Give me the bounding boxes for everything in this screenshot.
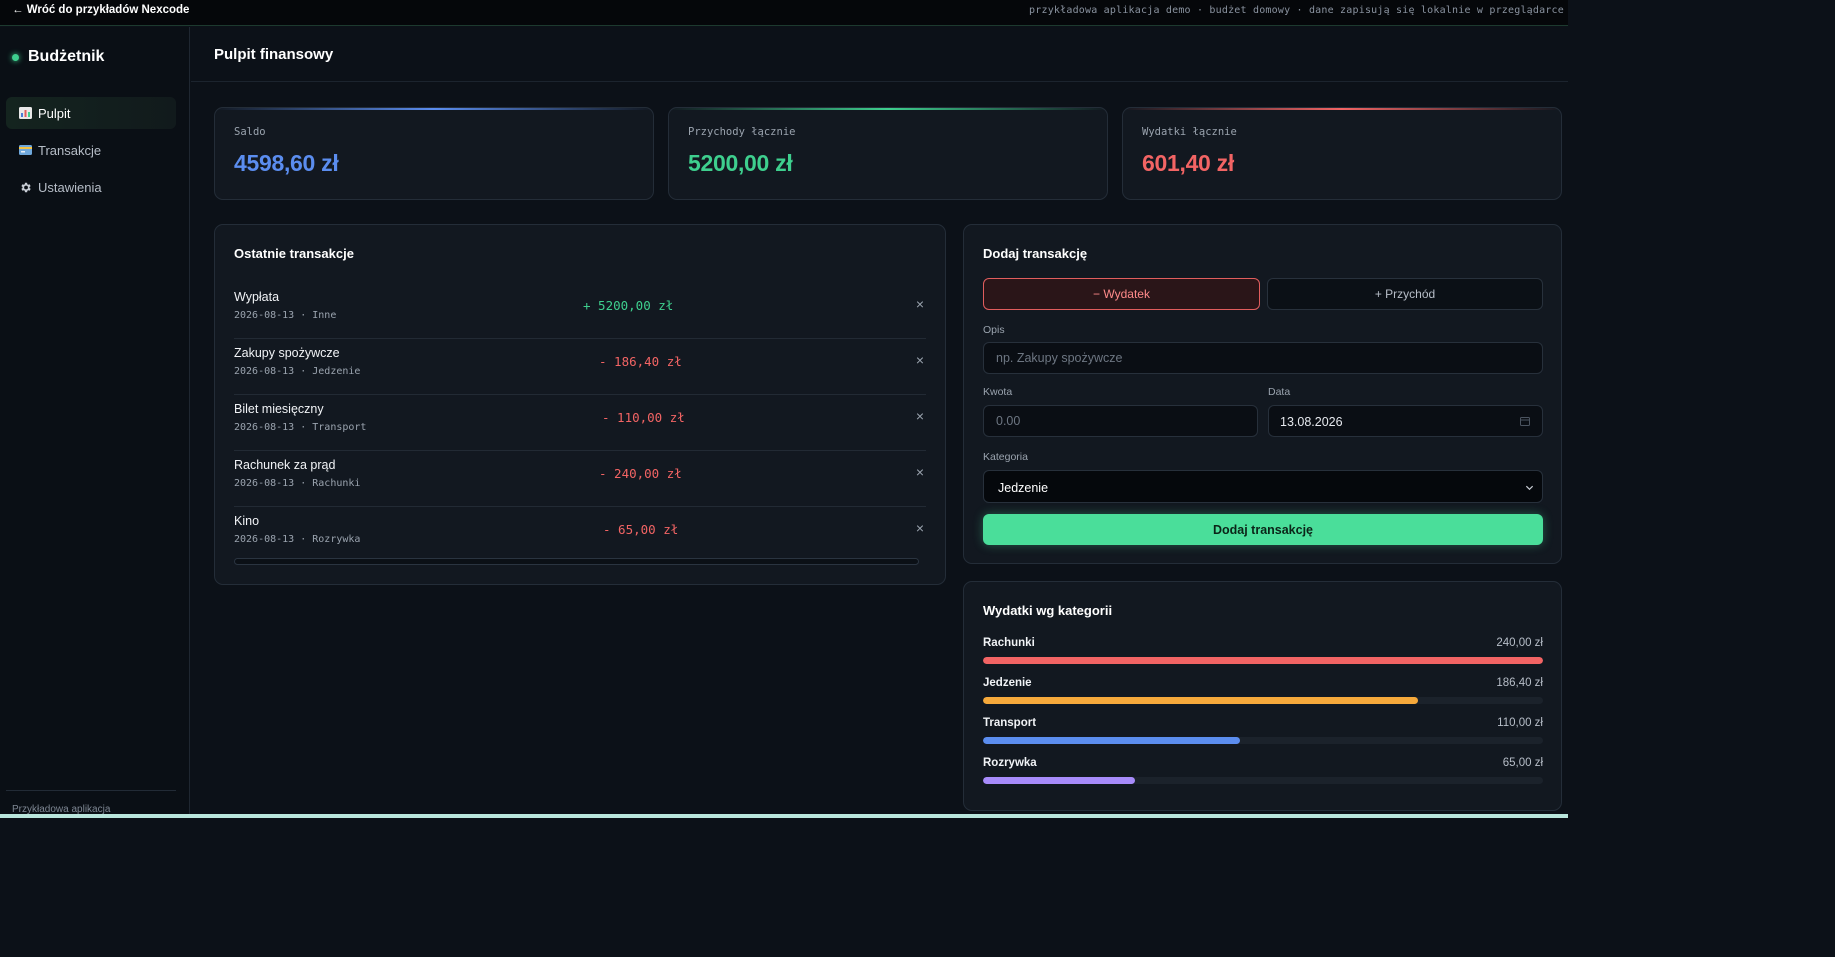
delete-transaction-icon[interactable]: × xyxy=(914,521,926,535)
transaction-row: Kino 2026-08-13 · Rozrywka - 65,00 zł × xyxy=(234,507,926,563)
category-fill xyxy=(983,657,1543,664)
credit-card-icon xyxy=(18,144,32,156)
category-name: Rachunki xyxy=(983,637,1035,649)
page-header: Pulpit finansowy xyxy=(191,27,1568,82)
expense-value: 601,40 zł xyxy=(1142,150,1234,176)
transaction-name: Rachunek za prąd xyxy=(234,458,336,472)
transaction-amount: + 5200,00 zł xyxy=(583,298,674,313)
transaction-meta: 2026-08-13 · Transport xyxy=(234,422,367,433)
delete-transaction-icon[interactable]: × xyxy=(914,297,926,311)
amount-input[interactable] xyxy=(983,405,1258,437)
transaction-row: Wypłata 2026-08-13 · Inne + 5200,00 zł × xyxy=(234,283,926,339)
category-bar: Transport 110,00 zł xyxy=(983,717,1543,747)
sidebar-nav: Pulpit Transakcje Ustawienia xyxy=(6,97,176,208)
transaction-amount: - 186,40 zł xyxy=(599,354,682,369)
add-transaction-panel: Dodaj transakcję − Wydatek + Przychód Op… xyxy=(963,224,1562,564)
recent-transactions-panel: Ostatnie transakcje Wypłata 2026-08-13 ·… xyxy=(214,224,946,585)
demo-note: przykładowa aplikacja demo · budżet domo… xyxy=(1029,5,1564,16)
transaction-row: Rachunek za prąd 2026-08-13 · Rachunki -… xyxy=(234,451,926,507)
sidebar-item-transakcje[interactable]: Transakcje xyxy=(6,134,176,166)
category-fill xyxy=(983,737,1240,744)
balance-card: Saldo 4598,60 zł xyxy=(214,107,654,200)
transaction-name: Zakupy spożywcze xyxy=(234,346,340,360)
expense-card: Wydatki łącznie 601,40 zł xyxy=(1122,107,1562,200)
description-input[interactable] xyxy=(983,342,1543,374)
category-amount: 240,00 zł xyxy=(1496,637,1543,649)
recent-transactions-title: Ostatnie transakcje xyxy=(234,246,354,261)
gear-icon xyxy=(18,181,32,193)
transaction-meta: 2026-08-13 · Jedzenie xyxy=(234,366,361,377)
category-name: Jedzenie xyxy=(983,677,1032,689)
calendar-icon[interactable] xyxy=(1520,416,1530,426)
sidebar-item-label: Transakcje xyxy=(38,142,102,158)
category-name: Transport xyxy=(983,717,1037,729)
back-to-examples-link[interactable]: ← Wróć do przykładów Nexcode xyxy=(12,4,189,16)
page-title: Pulpit finansowy xyxy=(214,46,334,63)
category-fill xyxy=(983,697,1418,704)
date-label: Data xyxy=(1268,386,1291,398)
expenses-by-category-title: Wydatki wg kategorii xyxy=(983,603,1113,618)
chevron-down-icon xyxy=(1525,485,1534,491)
transaction-name: Wypłata xyxy=(234,290,280,304)
delete-transaction-icon[interactable]: × xyxy=(914,465,926,479)
transaction-meta: 2026-08-13 · Inne xyxy=(234,310,337,321)
income-card: Przychody łącznie 5200,00 zł xyxy=(668,107,1108,200)
delete-transaction-icon[interactable]: × xyxy=(914,353,926,367)
income-type-button[interactable]: + Przychód xyxy=(1267,278,1543,310)
category-select[interactable]: Jedzenie xyxy=(983,470,1543,503)
income-value: 5200,00 zł xyxy=(688,150,793,176)
description-label: Opis xyxy=(983,324,1005,336)
bar-chart-icon xyxy=(18,107,32,119)
transaction-name: Kino xyxy=(234,514,260,528)
category-amount: 186,40 zł xyxy=(1496,677,1543,689)
expenses-by-category-panel: Wydatki wg kategorii Rachunki 240,00 zł … xyxy=(963,581,1562,811)
date-value: 13.08.2026 xyxy=(1280,415,1343,429)
category-bar: Rozrywka 65,00 zł xyxy=(983,757,1543,787)
sidebar-item-ustawienia[interactable]: Ustawienia xyxy=(6,171,176,203)
add-transaction-title: Dodaj transakcję xyxy=(983,246,1088,261)
category-track xyxy=(983,777,1543,784)
category-track xyxy=(983,657,1543,664)
balance-label: Saldo xyxy=(234,126,266,138)
sidebar: Budżetnik Pulpit Transakcje Ustawienia P… xyxy=(0,27,190,818)
category-amount: 110,00 zł xyxy=(1497,717,1543,729)
brand-dot-icon xyxy=(12,53,19,61)
income-label: Przychody łącznie xyxy=(688,126,796,138)
transaction-amount: - 65,00 zł xyxy=(603,522,679,537)
add-transaction-button[interactable]: Dodaj transakcję xyxy=(983,514,1543,545)
category-track xyxy=(983,697,1543,704)
category-bar: Rachunki 240,00 zł xyxy=(983,637,1543,667)
balance-value: 4598,60 zł xyxy=(234,150,339,176)
amount-label: Kwota xyxy=(983,386,1013,398)
sidebar-item-label: Pulpit xyxy=(38,105,71,121)
horizontal-scrollbar[interactable] xyxy=(234,558,919,565)
category-fill xyxy=(983,777,1135,784)
sidebar-item-label: Ustawienia xyxy=(38,179,102,195)
date-input[interactable]: 13.08.2026 xyxy=(1268,405,1543,437)
category-select-value: Jedzenie xyxy=(998,481,1049,495)
category-label: Kategoria xyxy=(983,451,1028,463)
brand-name: Budżetnik xyxy=(28,48,105,65)
top-bar: ← Wróć do przykładów Nexcode przykładowa… xyxy=(0,0,1568,26)
category-track xyxy=(983,737,1543,744)
category-name: Rozrywka xyxy=(983,757,1037,769)
transaction-row: Bilet miesięczny 2026-08-13 · Transport … xyxy=(234,395,926,451)
transaction-amount: - 110,00 zł xyxy=(602,410,685,425)
transaction-name: Bilet miesięczny xyxy=(234,402,324,416)
sidebar-divider xyxy=(6,790,176,791)
delete-transaction-icon[interactable]: × xyxy=(914,409,926,423)
brand: Budżetnik xyxy=(12,48,104,66)
category-amount: 65,00 zł xyxy=(1502,757,1543,769)
expense-label: Wydatki łącznie xyxy=(1142,126,1237,138)
transaction-meta: 2026-08-13 · Rachunki xyxy=(234,478,361,489)
bottom-edge-strip xyxy=(0,814,1568,818)
transaction-meta: 2026-08-13 · Rozrywka xyxy=(234,534,361,545)
expense-type-button[interactable]: − Wydatek xyxy=(983,278,1260,310)
sidebar-item-pulpit[interactable]: Pulpit xyxy=(6,97,176,129)
category-bar: Jedzenie 186,40 zł xyxy=(983,677,1543,707)
transaction-row: Zakupy spożywcze 2026-08-13 · Jedzenie -… xyxy=(234,339,926,395)
transaction-amount: - 240,00 zł xyxy=(599,466,682,481)
